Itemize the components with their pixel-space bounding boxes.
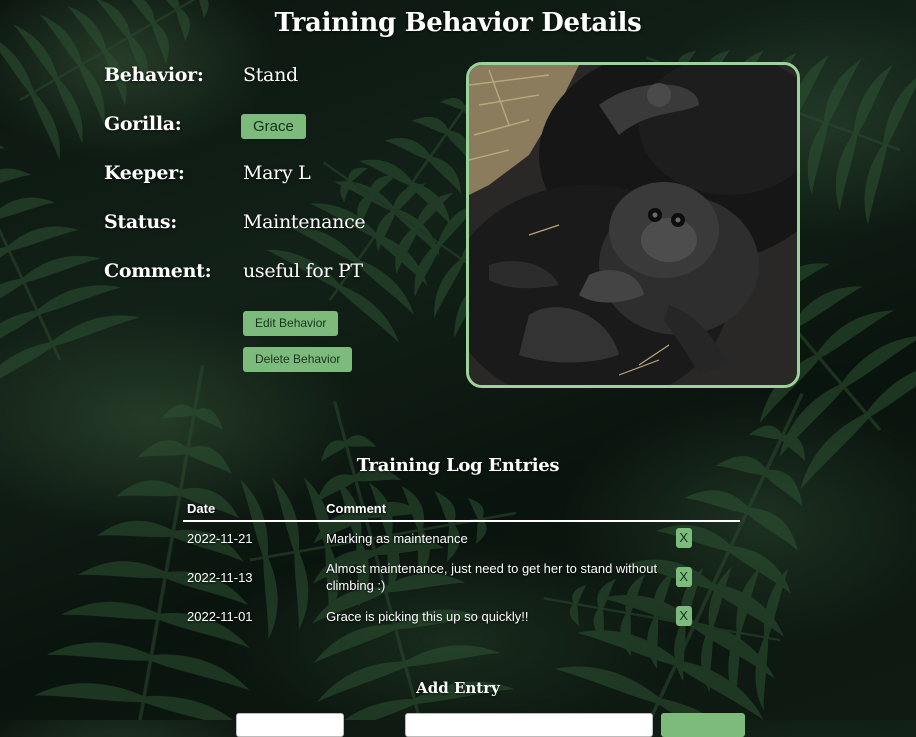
table-row: 2022-11-01 Grace is picking this up so q… <box>183 600 740 632</box>
delete-entry-button[interactable]: X <box>675 567 692 587</box>
gorilla-link[interactable]: Grace <box>241 114 306 139</box>
status-label: Status: <box>104 211 178 233</box>
entry-comment: Grace is picking this up so quickly!! <box>326 608 529 624</box>
column-header-action <box>671 499 740 522</box>
behavior-label: Behavior: <box>104 64 204 86</box>
comment-value: useful for PT <box>243 260 363 282</box>
table-row: 2022-11-13 Almost maintenance, just need… <box>183 554 740 600</box>
comment-label: Comment: <box>104 260 212 282</box>
entry-date: 2022-11-21 <box>187 530 253 546</box>
log-section-title: Training Log Entries <box>356 455 560 476</box>
add-entry-submit-button[interactable] <box>661 713 745 737</box>
edit-behavior-button[interactable]: Edit Behavior <box>243 311 339 336</box>
table-header-row: Date Comment <box>183 499 740 522</box>
gorilla-photo <box>466 62 800 388</box>
column-header-comment: Comment <box>322 499 672 522</box>
add-entry-date-input[interactable] <box>236 713 344 737</box>
behavior-value: Stand <box>243 64 298 86</box>
add-entry-comment-input[interactable] <box>405 713 653 737</box>
entry-comment: Marking as maintenance <box>326 530 468 546</box>
entry-comment: Almost maintenance, just need to get her… <box>326 561 658 593</box>
gorilla-label: Gorilla: <box>104 113 182 135</box>
entry-date: 2022-11-01 <box>187 608 253 624</box>
column-header-date: Date <box>183 499 323 522</box>
page-title: Training Behavior Details <box>274 8 642 38</box>
training-log-table: Date Comment 2022-11-21 Marking as maint… <box>183 499 740 632</box>
keeper-label: Keeper: <box>104 162 185 184</box>
page-content: Training Behavior Details Behavior: Stan… <box>0 0 916 737</box>
entry-date: 2022-11-13 <box>187 569 253 585</box>
status-value: Maintenance <box>243 211 366 233</box>
add-entry-title: Add Entry <box>416 679 500 697</box>
delete-entry-button[interactable]: X <box>675 606 692 626</box>
delete-entry-button[interactable]: X <box>675 528 692 548</box>
keeper-value: Mary L <box>243 162 311 184</box>
table-row: 2022-11-21 Marking as maintenance X <box>183 521 740 554</box>
delete-behavior-button[interactable]: Delete Behavior <box>243 347 353 372</box>
